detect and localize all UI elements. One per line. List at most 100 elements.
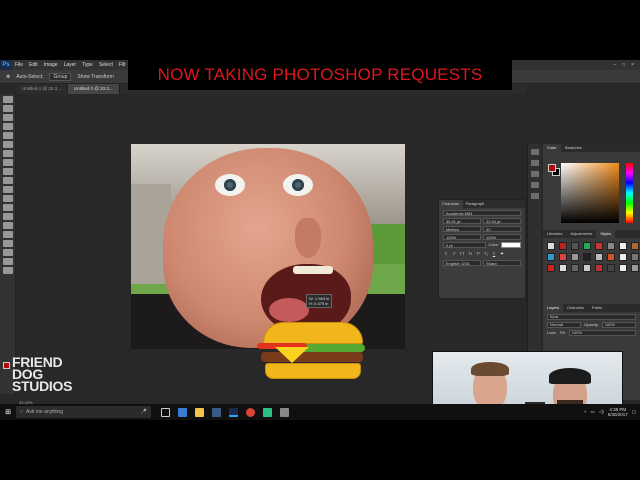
style-swatch[interactable]	[571, 253, 579, 261]
photoshop-logo[interactable]: Ps	[0, 60, 12, 70]
clock[interactable]: 4:38 PM 5/30/2017	[608, 407, 628, 417]
menu-filter[interactable]: Filt	[116, 62, 129, 68]
vscale-field[interactable]: 100%	[443, 234, 481, 240]
path-select-icon[interactable]	[2, 240, 13, 247]
menu-type[interactable]: Type	[79, 62, 96, 68]
file-explorer-icon[interactable]	[195, 407, 204, 417]
subscript-button[interactable]: T₁	[483, 251, 489, 257]
underline-button[interactable]: T	[491, 251, 497, 257]
antialias-select[interactable]: Sharp	[483, 260, 521, 266]
tab-libraries[interactable]: Libraries	[543, 230, 566, 238]
leading-field[interactable]: 22.94 pt	[483, 218, 521, 224]
canvas-photo[interactable]	[131, 144, 405, 349]
style-swatch[interactable]	[607, 264, 615, 272]
tab-paragraph[interactable]: Paragraph	[463, 200, 488, 208]
paragraph-panel-icon[interactable]	[530, 193, 539, 199]
healing-tool-icon[interactable]	[2, 150, 13, 157]
font-size-field[interactable]: 35.91 pt	[443, 218, 481, 224]
close-icon[interactable]: ×	[631, 62, 634, 68]
type-tool-icon[interactable]	[2, 231, 13, 238]
menu-layer[interactable]: Layer	[61, 62, 80, 68]
history-brush-icon[interactable]	[2, 177, 13, 184]
style-swatch[interactable]	[631, 253, 639, 261]
history-panel-icon[interactable]	[530, 149, 539, 155]
edge-icon[interactable]	[178, 407, 187, 417]
windows-start-icon[interactable]: ⊞	[0, 404, 16, 420]
menu-file[interactable]: File	[12, 62, 26, 68]
chrome-icon[interactable]	[246, 407, 255, 417]
superscript-button[interactable]: T¹	[475, 251, 481, 257]
eraser-tool-icon[interactable]	[2, 186, 13, 193]
stamp-tool-icon[interactable]	[2, 168, 13, 175]
tab-paths[interactable]: Paths	[588, 304, 606, 312]
language-select[interactable]: English: USA	[443, 260, 481, 266]
foreground-color-swatch[interactable]	[3, 362, 10, 369]
lasso-tool-icon[interactable]	[2, 114, 13, 121]
character-panel-icon[interactable]	[530, 182, 539, 188]
gradient-tool-icon[interactable]	[2, 195, 13, 202]
marquee-tool-icon[interactable]	[2, 105, 13, 112]
hue-slider[interactable]	[626, 163, 633, 223]
strikethrough-button[interactable]: T	[499, 251, 505, 257]
style-swatch[interactable]	[583, 242, 591, 250]
microphone-icon[interactable]: 🎤	[141, 409, 147, 415]
volume-icon[interactable]: ◁)	[599, 409, 604, 415]
style-swatch[interactable]	[619, 242, 627, 250]
network-icon[interactable]: ▭	[590, 409, 594, 415]
faux-bold-button[interactable]: T	[443, 251, 449, 257]
tab-adjustments[interactable]: Adjustments	[566, 230, 596, 238]
tab-styles[interactable]: Styles	[596, 230, 616, 238]
app-icon-2[interactable]	[280, 407, 289, 417]
style-swatch[interactable]	[595, 242, 603, 250]
style-swatch[interactable]	[571, 264, 579, 272]
dodge-tool-icon[interactable]	[2, 213, 13, 220]
color-picker-field[interactable]	[561, 163, 619, 223]
app-icon[interactable]	[263, 407, 272, 417]
properties-panel-icon[interactable]	[530, 160, 539, 166]
menu-edit[interactable]: Edit	[26, 62, 41, 68]
hand-tool-icon[interactable]	[2, 258, 13, 265]
tracking-field[interactable]: 40	[483, 226, 521, 232]
photoshop-taskbar-icon[interactable]	[229, 407, 238, 417]
hscale-field[interactable]: 100%	[483, 234, 521, 240]
faux-italic-button[interactable]: T	[451, 251, 457, 257]
font-family-select[interactable]: Academic M54	[443, 210, 521, 216]
maximize-icon[interactable]: □	[622, 62, 625, 68]
auto-select-dropdown[interactable]: Group	[49, 72, 72, 81]
style-swatch[interactable]	[595, 253, 603, 261]
cortana-search[interactable]: ○ Ask me anything 🎤	[16, 406, 151, 418]
tray-up-icon[interactable]: ^	[584, 410, 586, 415]
style-swatch[interactable]	[559, 264, 567, 272]
store-icon[interactable]	[212, 407, 221, 417]
text-color-swatch[interactable]	[501, 242, 521, 248]
blend-mode-select[interactable]: Normal	[547, 322, 582, 328]
style-swatch[interactable]	[607, 253, 615, 261]
burger-layer[interactable]	[255, 322, 367, 382]
quick-select-tool-icon[interactable]	[2, 123, 13, 130]
all-caps-button[interactable]: TT	[459, 251, 465, 257]
crop-tool-icon[interactable]	[2, 132, 13, 139]
shape-tool-icon[interactable]	[2, 249, 13, 256]
tab-channels[interactable]: Channels	[563, 304, 588, 312]
fill-field[interactable]: 100%	[568, 330, 636, 336]
brush-tool-icon[interactable]	[2, 159, 13, 166]
style-swatch[interactable]	[559, 242, 567, 250]
style-swatch[interactable]	[595, 264, 603, 272]
brush-panel-icon[interactable]	[530, 171, 539, 177]
layer-filter-select[interactable]: Kind	[547, 314, 636, 320]
tab-swatches[interactable]: Swatches	[561, 144, 586, 152]
style-swatch[interactable]	[571, 242, 579, 250]
style-swatch[interactable]	[559, 253, 567, 261]
doc-tab-2[interactable]: Untitled-2 @ 33.3...	[67, 84, 120, 94]
menu-image[interactable]: Image	[41, 62, 61, 68]
menu-select[interactable]: Select	[96, 62, 116, 68]
move-tool-icon[interactable]	[2, 96, 13, 103]
notifications-icon[interactable]: ▢	[632, 409, 636, 415]
eyedropper-tool-icon[interactable]	[2, 141, 13, 148]
style-swatch[interactable]	[619, 253, 627, 261]
kerning-field[interactable]: Metrics	[443, 226, 481, 232]
style-swatch[interactable]	[619, 264, 627, 272]
style-swatch[interactable]	[547, 253, 555, 261]
zoom-tool-icon[interactable]	[2, 267, 13, 274]
tab-layers[interactable]: Layers	[543, 304, 564, 312]
